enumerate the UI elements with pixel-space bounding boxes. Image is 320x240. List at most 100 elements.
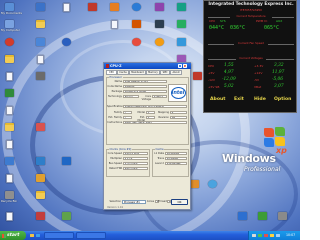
app-icon[interactable] xyxy=(62,157,71,165)
app-icon[interactable] xyxy=(88,3,97,11)
folder-icon[interactable] xyxy=(5,55,14,63)
documents-icon[interactable] xyxy=(5,3,14,11)
document-icon[interactable] xyxy=(37,55,44,64)
app-icon[interactable] xyxy=(110,3,119,11)
app-icon[interactable] xyxy=(238,212,247,220)
app-icon[interactable] xyxy=(155,3,164,11)
clocks-group-caption: Clocks (Core #0) xyxy=(109,147,132,151)
app-icon[interactable] xyxy=(132,38,141,46)
tab-cache[interactable]: Cache xyxy=(117,70,129,75)
app-icon[interactable] xyxy=(132,20,141,28)
tray-icon[interactable] xyxy=(252,233,256,237)
tray-icon[interactable] xyxy=(258,233,262,237)
cpuz-title: CPU-Z xyxy=(110,64,122,68)
tray-icon[interactable] xyxy=(264,233,268,237)
divider xyxy=(268,44,294,45)
document-icon[interactable] xyxy=(6,140,13,149)
app-icon[interactable] xyxy=(177,3,186,11)
field-label: Specification xyxy=(107,105,124,108)
desktop-icon-label[interactable]: My Computer xyxy=(1,29,20,32)
tab-spd[interactable]: SPD xyxy=(160,70,170,75)
option-button[interactable]: Option xyxy=(274,97,291,102)
document-icon[interactable] xyxy=(6,72,13,81)
app-icon[interactable] xyxy=(62,212,71,220)
cpuz-titlebar[interactable]: CPU-Z _ × xyxy=(104,63,191,69)
document-icon[interactable] xyxy=(63,3,70,12)
tab-about[interactable]: About xyxy=(170,70,182,75)
desktop-icon-label[interactable]: Recycle Bin xyxy=(1,200,17,203)
app-icon[interactable] xyxy=(193,72,202,80)
document-icon[interactable] xyxy=(6,106,13,115)
field-label: Level 2 xyxy=(155,162,164,165)
taskbar-window-button[interactable] xyxy=(76,232,106,239)
flag-blue xyxy=(264,138,274,147)
app-icon[interactable] xyxy=(36,157,45,165)
pwm-temp-note: AUX xyxy=(276,19,283,23)
tab-cpu[interactable]: CPU xyxy=(106,69,117,75)
app-icon[interactable] xyxy=(5,157,14,165)
exit-button[interactable]: Exit xyxy=(234,97,244,102)
cpu-temp-label: CPU xyxy=(209,19,216,23)
field-label: Ext. Family xyxy=(108,116,122,119)
voltage-value: 3,07 xyxy=(274,84,284,89)
app-icon[interactable] xyxy=(155,38,164,46)
start-button[interactable]: start xyxy=(0,231,26,240)
field-label: Trace xyxy=(157,157,164,160)
about-button[interactable]: About xyxy=(210,97,225,102)
quick-launch-icon[interactable] xyxy=(36,233,40,237)
app-icon[interactable] xyxy=(177,20,186,28)
app-icon[interactable] xyxy=(36,212,45,220)
field-label: Bus Speed xyxy=(108,162,122,165)
core-speed-value: 2933.3 MHz xyxy=(123,152,148,156)
document-icon[interactable] xyxy=(6,174,13,183)
tab-memory[interactable]: Memory xyxy=(146,70,160,75)
tab-mainboard[interactable]: Mainboard xyxy=(129,70,146,75)
trace-cache-value: 12 Kuops xyxy=(165,157,187,161)
folder-icon[interactable] xyxy=(5,123,14,131)
divider xyxy=(208,59,236,60)
app-icon[interactable] xyxy=(36,72,45,80)
app-icon[interactable] xyxy=(208,180,217,188)
tray-icon[interactable] xyxy=(276,233,280,237)
flag-yellow xyxy=(275,137,285,146)
recycle-bin-icon[interactable] xyxy=(5,191,14,199)
quick-launch-icon[interactable] xyxy=(30,233,34,237)
monitor-title: Integrated Technology Express Inc. xyxy=(208,2,294,7)
voltage-label: +5V xyxy=(208,71,215,75)
app-icon[interactable] xyxy=(258,212,267,220)
field-label: Package xyxy=(111,90,122,93)
processor-select[interactable]: Processor #1 xyxy=(122,200,146,204)
app-icon[interactable] xyxy=(62,38,71,46)
app-icon[interactable] xyxy=(278,212,287,220)
pwm-temp-label: PWM IC xyxy=(256,19,268,23)
folder-icon[interactable] xyxy=(36,20,45,28)
document-icon[interactable] xyxy=(6,212,13,221)
app-icon[interactable] xyxy=(155,20,164,28)
voltage-value: -12,09 xyxy=(222,77,236,82)
close-button[interactable]: × xyxy=(183,64,187,68)
field-label: Core Voltage xyxy=(141,95,151,102)
app-icon[interactable] xyxy=(5,89,14,97)
hide-button[interactable]: Hide xyxy=(254,97,266,102)
code-name-value: Prescott xyxy=(123,85,167,89)
desktop-icon-label[interactable]: My Documents xyxy=(1,12,22,15)
app-icon[interactable] xyxy=(177,38,186,46)
cpuz-window[interactable]: CPU-Z _ × CPU Cache Mainboard Memory SPD… xyxy=(103,62,191,210)
app-icon[interactable] xyxy=(36,38,45,46)
minimize-button[interactable]: _ xyxy=(178,64,182,68)
app-icon[interactable] xyxy=(132,3,141,11)
hardware-monitor-window[interactable]: Integrated Technology Express Inc. IT870… xyxy=(203,0,297,113)
app-icon[interactable] xyxy=(190,180,199,188)
folder-icon[interactable] xyxy=(36,191,45,199)
computer-icon[interactable] xyxy=(5,20,14,28)
app-icon[interactable] xyxy=(36,123,45,131)
document-icon[interactable] xyxy=(111,20,118,29)
tray-icon[interactable] xyxy=(270,233,274,237)
app-icon[interactable] xyxy=(36,3,45,11)
taskbar-window-button[interactable] xyxy=(44,232,74,239)
sys-temp-value: 036°C xyxy=(230,25,246,31)
taskbar-clock[interactable]: 10:07 xyxy=(286,233,295,237)
app-icon[interactable] xyxy=(36,174,45,182)
app-icon[interactable] xyxy=(5,38,14,46)
ok-button[interactable]: OK xyxy=(171,199,188,205)
